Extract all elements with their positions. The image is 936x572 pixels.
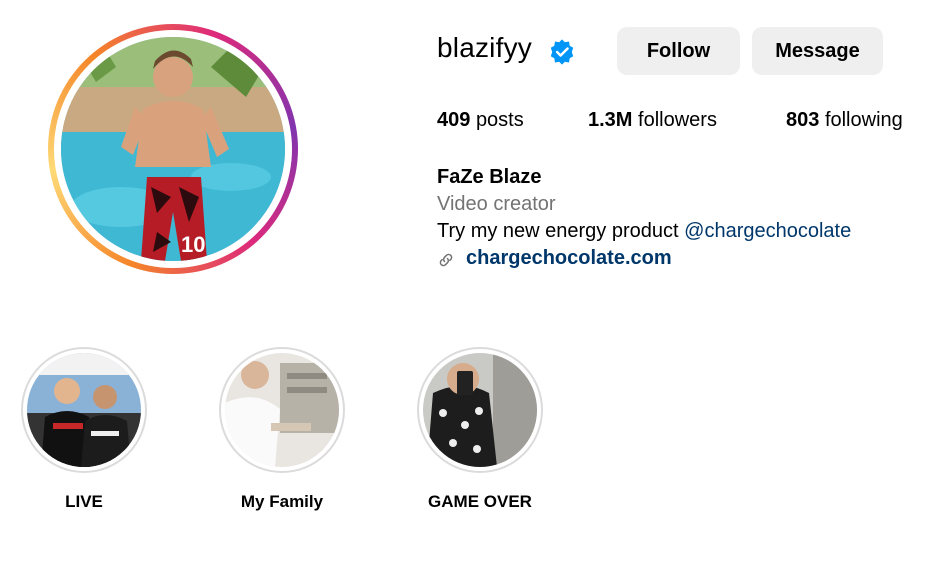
stat-following[interactable]: 803 following bbox=[786, 109, 903, 132]
message-button[interactable]: Message bbox=[752, 27, 883, 75]
avatar-photo-illustration: 10 bbox=[61, 37, 285, 261]
verified-badge-icon bbox=[550, 39, 574, 65]
highlight-label-game-over: GAME OVER bbox=[428, 492, 532, 511]
highlight-cover-my-family bbox=[225, 353, 339, 467]
bio-text: Try my new energy product bbox=[437, 220, 685, 242]
highlight-my-family-illustration bbox=[225, 353, 339, 467]
stat-posts: 409 posts bbox=[437, 109, 524, 132]
following-label: following bbox=[824, 109, 903, 131]
following-count: 803 bbox=[786, 109, 820, 131]
posts-count: 409 bbox=[437, 109, 471, 131]
profile-website-link[interactable]: chargechocolate.com bbox=[437, 247, 672, 270]
profile-username: blazifyy bbox=[437, 32, 532, 63]
profile-category: Video creator bbox=[437, 193, 556, 215]
posts-label: posts bbox=[475, 109, 524, 131]
highlight-cover-game-over bbox=[423, 353, 537, 467]
bio-mention-link[interactable]: @chargechocolate bbox=[684, 220, 851, 242]
highlight-live-illustration bbox=[27, 353, 141, 467]
profile-bio: Try my new energy product @chargechocola… bbox=[437, 220, 851, 243]
highlight-my-family[interactable] bbox=[219, 347, 345, 473]
highlight-label-my-family: My Family bbox=[240, 492, 324, 511]
highlight-label-live: LIVE bbox=[65, 492, 103, 511]
highlight-live[interactable] bbox=[21, 347, 147, 473]
svg-text:10: 10 bbox=[181, 232, 205, 257]
profile-avatar[interactable]: 10 bbox=[61, 37, 285, 261]
stat-followers[interactable]: 1.3M followers bbox=[588, 109, 717, 132]
highlight-game-over-illustration bbox=[423, 353, 537, 467]
profile-full-name: FaZe Blaze bbox=[437, 166, 542, 188]
highlight-game-over[interactable] bbox=[417, 347, 543, 473]
highlight-cover-live bbox=[27, 353, 141, 467]
follow-button[interactable]: Follow bbox=[617, 27, 740, 75]
followers-count: 1.3M bbox=[588, 109, 633, 131]
profile-avatar-ring[interactable]: 10 bbox=[48, 24, 298, 274]
link-icon bbox=[439, 253, 453, 266]
followers-label: followers bbox=[638, 109, 717, 131]
website-link-text: chargechocolate.com bbox=[466, 247, 672, 269]
